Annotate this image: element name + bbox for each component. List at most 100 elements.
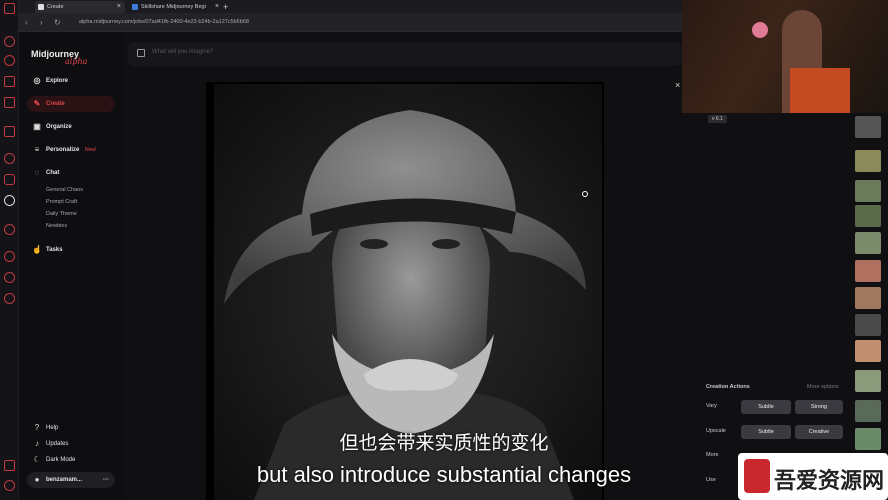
upscale-creative-button[interactable]: Creative <box>795 425 843 439</box>
sliders-icon: ≡ <box>34 145 40 154</box>
alpha-logo: alpha <box>65 57 88 66</box>
nav-label: Organize <box>46 124 72 130</box>
close-tab-icon[interactable]: × <box>117 1 121 13</box>
prompt-input[interactable]: What will you imagine? <box>152 49 213 55</box>
use-label: Use <box>706 477 716 483</box>
subtitle-english: but also introduce substantial changes <box>256 462 632 487</box>
thumbnail[interactable] <box>855 260 881 282</box>
tab-bar: Create × Skillshare Midjourney Begi × + <box>19 0 682 13</box>
thumbs-up-icon: ☝ <box>32 245 42 254</box>
nav-label: Updates <box>46 441 69 447</box>
vary-strong-button[interactable]: Strong <box>795 400 843 414</box>
sidebar-item-tasks[interactable]: ☝ Tasks <box>27 242 115 258</box>
chat-room-general-chaos[interactable]: General Chaos <box>46 187 83 193</box>
aria-icon[interactable] <box>4 126 15 137</box>
sidebar-dark-mode[interactable]: ☾ Dark Mode <box>27 452 115 468</box>
instagram-icon[interactable] <box>4 174 15 185</box>
chat-icon: ◌ <box>34 168 40 177</box>
box-icon[interactable] <box>4 272 15 283</box>
url-field[interactable]: alpha.midjourney.com/jobs/07ad41fb-2400-… <box>79 17 249 28</box>
wallet-icon[interactable] <box>4 460 15 471</box>
folder-icon: ▣ <box>33 122 41 131</box>
x-icon[interactable] <box>4 195 15 206</box>
reload-icon[interactable]: ↻ <box>54 17 61 28</box>
thumbnail[interactable] <box>855 340 881 362</box>
more-dots-icon[interactable]: ··· <box>103 472 109 488</box>
bell-icon: ♪ <box>35 439 39 448</box>
thumbnail[interactable] <box>855 370 881 392</box>
avatar: ● <box>34 475 40 484</box>
thumbnail[interactable] <box>855 116 881 138</box>
nav-label: Tasks <box>46 247 63 253</box>
tab-label: Create <box>47 4 64 10</box>
thumbnail[interactable] <box>855 314 881 336</box>
bookmark-icon[interactable] <box>4 55 15 66</box>
watermark-logo-icon <box>744 459 770 493</box>
tab-create[interactable]: Create × <box>35 1 125 13</box>
sidebar-item-create[interactable]: ✎ Create <box>27 96 115 112</box>
presenter-jacket <box>790 68 850 113</box>
speed-dial-icon[interactable] <box>4 36 15 47</box>
opera-logo-icon <box>4 3 15 14</box>
thumbnail[interactable] <box>855 180 881 202</box>
new-tab-icon[interactable]: + <box>221 1 233 13</box>
creation-actions-title: Creation Actions <box>706 384 750 390</box>
thumbnail[interactable] <box>855 232 881 254</box>
upscale-subtle-button[interactable]: Subtle <box>741 425 791 439</box>
prompt-bar[interactable]: What will you imagine? <box>128 42 682 66</box>
watermark: 吾爱资源网 <box>738 453 888 500</box>
history-icon[interactable] <box>4 97 15 108</box>
browser-sidebar <box>0 0 19 500</box>
watermark-text: 吾爱资源网 <box>774 468 885 494</box>
nav-label: Create <box>46 101 65 107</box>
thumbnail[interactable] <box>855 287 881 309</box>
messenger-icon[interactable] <box>4 153 15 164</box>
vary-subtle-button[interactable]: Subtle <box>741 400 791 414</box>
brush-icon: ✎ <box>33 99 41 108</box>
moon-icon: ☾ <box>33 455 41 464</box>
thumbnail[interactable] <box>855 205 881 227</box>
chat-room-prompt-craft[interactable]: Prompt Craft <box>46 199 77 205</box>
back-icon[interactable]: ‹ <box>25 17 28 28</box>
help-icon: ? <box>34 423 40 432</box>
nav-label: Personalize <box>46 147 80 153</box>
thumbnail[interactable] <box>855 428 881 450</box>
subtitle-chinese: 但也会带来实质性的变化 <box>339 433 549 454</box>
vary-label: Vary <box>706 403 717 409</box>
username: benzamam... <box>46 477 83 483</box>
close-image-icon[interactable]: × <box>675 80 680 90</box>
more-icon[interactable] <box>4 480 15 491</box>
sidebar-item-organize[interactable]: ▣ Organize <box>27 119 115 135</box>
nav-label: Dark Mode <box>46 457 76 463</box>
nav-label: Help <box>46 425 59 431</box>
nav-label: Explore <box>46 78 69 84</box>
sidebar-help[interactable]: ? Help <box>27 420 115 436</box>
chat-room-newbies[interactable]: Newbies <box>46 223 67 229</box>
cursor-indicator <box>582 191 588 197</box>
image-upload-icon[interactable] <box>137 49 145 57</box>
upscale-label: Upscale <box>706 428 726 434</box>
version-badge: v 6.1 <box>708 115 727 123</box>
skillshare-favicon-icon <box>132 4 138 10</box>
more-options-link[interactable]: More options <box>807 384 839 390</box>
sidebar-item-chat[interactable]: ◌ Chat <box>27 165 115 181</box>
compass-icon: ◎ <box>33 76 41 85</box>
thumbnail[interactable] <box>855 150 881 172</box>
sidebar-item-personalize[interactable]: ≡ Personalize New! <box>27 142 115 158</box>
close-tab-icon[interactable]: × <box>215 1 219 13</box>
sidebar-updates[interactable]: ♪ Updates <box>27 436 115 452</box>
clock-icon[interactable] <box>4 251 15 262</box>
sidebar-item-explore[interactable]: ◎ Explore <box>27 73 115 89</box>
chat-room-daily-theme[interactable]: Daily Theme <box>46 211 77 217</box>
settings-icon[interactable] <box>4 293 15 304</box>
thumbnail[interactable] <box>855 400 881 422</box>
music-icon[interactable] <box>4 224 15 235</box>
tab-skillshare[interactable]: Skillshare Midjourney Begi × <box>129 1 221 13</box>
twitch-icon[interactable] <box>4 76 15 87</box>
tab-label: Skillshare Midjourney Begi <box>141 4 206 10</box>
nav-label: Chat <box>46 170 60 176</box>
user-menu[interactable]: ● benzamam... ··· <box>27 472 115 488</box>
presenter-webcam <box>682 0 888 113</box>
neon-light <box>752 22 768 38</box>
forward-icon[interactable]: › <box>40 17 43 28</box>
